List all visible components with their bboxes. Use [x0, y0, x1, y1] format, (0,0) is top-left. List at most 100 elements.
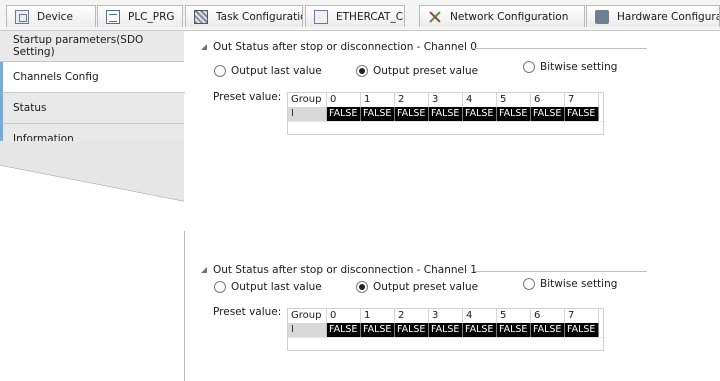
sidebar-item-startup-parameters[interactable]: Startup parameters(SDO Setting) — [0, 31, 184, 62]
sidebar-item-channels-config[interactable]: Channels Config — [0, 62, 185, 93]
radio-label: Output last value — [231, 65, 322, 77]
tab-label: Hardware Configuration — [617, 10, 719, 23]
tab-task-configuration[interactable]: Task Configuration — [185, 5, 303, 27]
grid-header-row: Group 0 1 2 3 4 5 6 7 — [288, 93, 599, 107]
collapse-triangle-icon[interactable] — [201, 267, 207, 273]
grid-header-bit: 5 — [497, 93, 531, 107]
radio-label: Bitwise setting — [540, 278, 618, 290]
grid-header-bit: 2 — [395, 309, 429, 323]
grid-header-bit: 6 — [531, 93, 565, 107]
group-divider — [475, 48, 647, 49]
grid-value-cell[interactable]: FALSE — [531, 107, 565, 121]
radio-selected-icon — [356, 65, 368, 77]
grid-value-cell[interactable]: FALSE — [361, 323, 395, 337]
tab-network-configuration[interactable]: Network Configuration — [419, 5, 585, 27]
channel-0-title: Out Status after stop or disconnection -… — [213, 41, 477, 53]
radio-label: Output preset value — [373, 65, 479, 77]
channel-0-header[interactable]: Out Status after stop or disconnection -… — [201, 41, 477, 53]
grid-header-group: Group — [288, 93, 327, 107]
tab-ethercat-c[interactable]: ETHERCAT_C — [305, 5, 405, 27]
group-divider — [475, 271, 647, 272]
channel-1-header[interactable]: Out Status after stop or disconnection -… — [201, 264, 477, 276]
network-icon — [428, 10, 442, 24]
radio-label: Bitwise setting — [540, 61, 618, 73]
radio-output-preset-value[interactable]: Output preset value — [356, 65, 478, 77]
grid-empty-row — [288, 337, 605, 351]
collapse-triangle-icon[interactable] — [201, 44, 207, 50]
device-icon — [15, 9, 29, 24]
tab-label: Device — [37, 10, 73, 23]
grid-header-bit: 6 — [531, 309, 565, 323]
grid-header-bit: 1 — [361, 93, 395, 107]
grid-value-cell[interactable]: FALSE — [395, 323, 429, 337]
ethercat-icon — [314, 9, 328, 24]
tab-label: PLC_PRG — [128, 10, 175, 23]
grid-value-cell[interactable]: FALSE — [395, 107, 429, 121]
grid-value-cell[interactable]: FALSE — [497, 107, 531, 121]
preset-value-grid: Group 0 1 2 3 4 5 6 7 I FALSE FALSE FALS… — [287, 92, 605, 135]
radio-output-last-value[interactable]: Output last value — [214, 65, 322, 77]
radio-output-last-value[interactable]: Output last value — [214, 281, 322, 293]
radio-circle-icon — [523, 278, 535, 290]
radio-bitwise-setting[interactable]: Bitwise setting — [523, 61, 617, 73]
grid-header-bit: 3 — [429, 93, 463, 107]
grid-header-bit: 2 — [395, 93, 429, 107]
channel-1-title: Out Status after stop or disconnection -… — [213, 264, 477, 276]
sidebar-item-label: Channels Config — [13, 71, 99, 83]
tab-label: Task Configuration — [216, 10, 302, 23]
grid-header-group: Group — [288, 309, 327, 323]
sidebar-fold-shadow — [0, 141, 184, 231]
grid-value-cell[interactable]: FALSE — [361, 107, 395, 121]
radio-output-preset-value[interactable]: Output preset value — [356, 281, 478, 293]
editor-tab-bar: Device PLC_PRG Task Configuration ETHERC… — [0, 0, 720, 31]
grid-value-cell[interactable]: FALSE — [497, 323, 531, 337]
grid-value-cell[interactable]: FALSE — [565, 107, 599, 121]
tab-hardware-configuration[interactable]: Hardware Configuration — [586, 5, 720, 27]
grid-header-row: Group 0 1 2 3 4 5 6 7 — [288, 309, 599, 323]
sidebar-item-label: Status — [13, 102, 47, 114]
tab-plc-prg[interactable]: PLC_PRG — [97, 5, 183, 27]
grid-value-cell[interactable]: FALSE — [463, 107, 497, 121]
grid-empty-row — [288, 121, 605, 135]
radio-selected-icon — [356, 281, 368, 293]
tab-device[interactable]: Device — [6, 5, 96, 27]
grid-value-cell[interactable]: FALSE — [327, 323, 361, 337]
grid-header-bit: 7 — [565, 309, 599, 323]
tab-label: Network Configuration — [450, 10, 569, 23]
grid-value-cell[interactable]: FALSE — [429, 107, 463, 121]
sidebar-item-label: Startup parameters(SDO Setting) — [13, 34, 144, 58]
grid-value-cell[interactable]: FALSE — [531, 323, 565, 337]
grid-header-bit: 1 — [361, 309, 395, 323]
radio-circle-icon — [214, 281, 226, 293]
document-icon — [106, 9, 120, 24]
grid-header-bit: 0 — [327, 309, 361, 323]
channel-1-group: Out Status after stop or disconnection -… — [185, 254, 720, 379]
grid-value-cell[interactable]: FALSE — [565, 323, 599, 337]
grid-data-row: I FALSE FALSE FALSE FALSE FALSE FALSE FA… — [288, 323, 599, 337]
grid-value-cell[interactable]: FALSE — [429, 323, 463, 337]
grid-header-bit: 4 — [463, 93, 497, 107]
grid-row-label: I — [288, 107, 327, 121]
grid-value-cell[interactable]: FALSE — [327, 107, 361, 121]
preset-value-grid: Group 0 1 2 3 4 5 6 7 I FALSE FALSE FALS… — [287, 308, 605, 351]
hardware-icon — [595, 9, 609, 24]
channels-config-panel: Out Status after stop or disconnection -… — [185, 31, 720, 381]
grid-row-label: I — [288, 323, 327, 337]
channel-0-group: Out Status after stop or disconnection -… — [185, 31, 720, 156]
tab-label: ETHERCAT_C — [336, 10, 404, 23]
grid-header-bit: 4 — [463, 309, 497, 323]
radio-bitwise-setting[interactable]: Bitwise setting — [523, 278, 617, 290]
grid-header-bit: 3 — [429, 309, 463, 323]
grid-header-bit: 0 — [327, 93, 361, 107]
radio-label: Output preset value — [373, 281, 479, 293]
grid-header-bit: 7 — [565, 93, 599, 107]
grid-header-bit: 5 — [497, 309, 531, 323]
sidebar-panel: Startup parameters(SDO Setting) Channels… — [0, 31, 185, 231]
radio-circle-icon — [523, 61, 535, 73]
radio-label: Output last value — [231, 281, 322, 293]
sidebar-item-status[interactable]: Status — [0, 93, 184, 124]
grid-data-row: I FALSE FALSE FALSE FALSE FALSE FALSE FA… — [288, 107, 599, 121]
radio-circle-icon — [214, 65, 226, 77]
preset-value-label: Preset value: — [213, 91, 282, 103]
grid-value-cell[interactable]: FALSE — [463, 323, 497, 337]
